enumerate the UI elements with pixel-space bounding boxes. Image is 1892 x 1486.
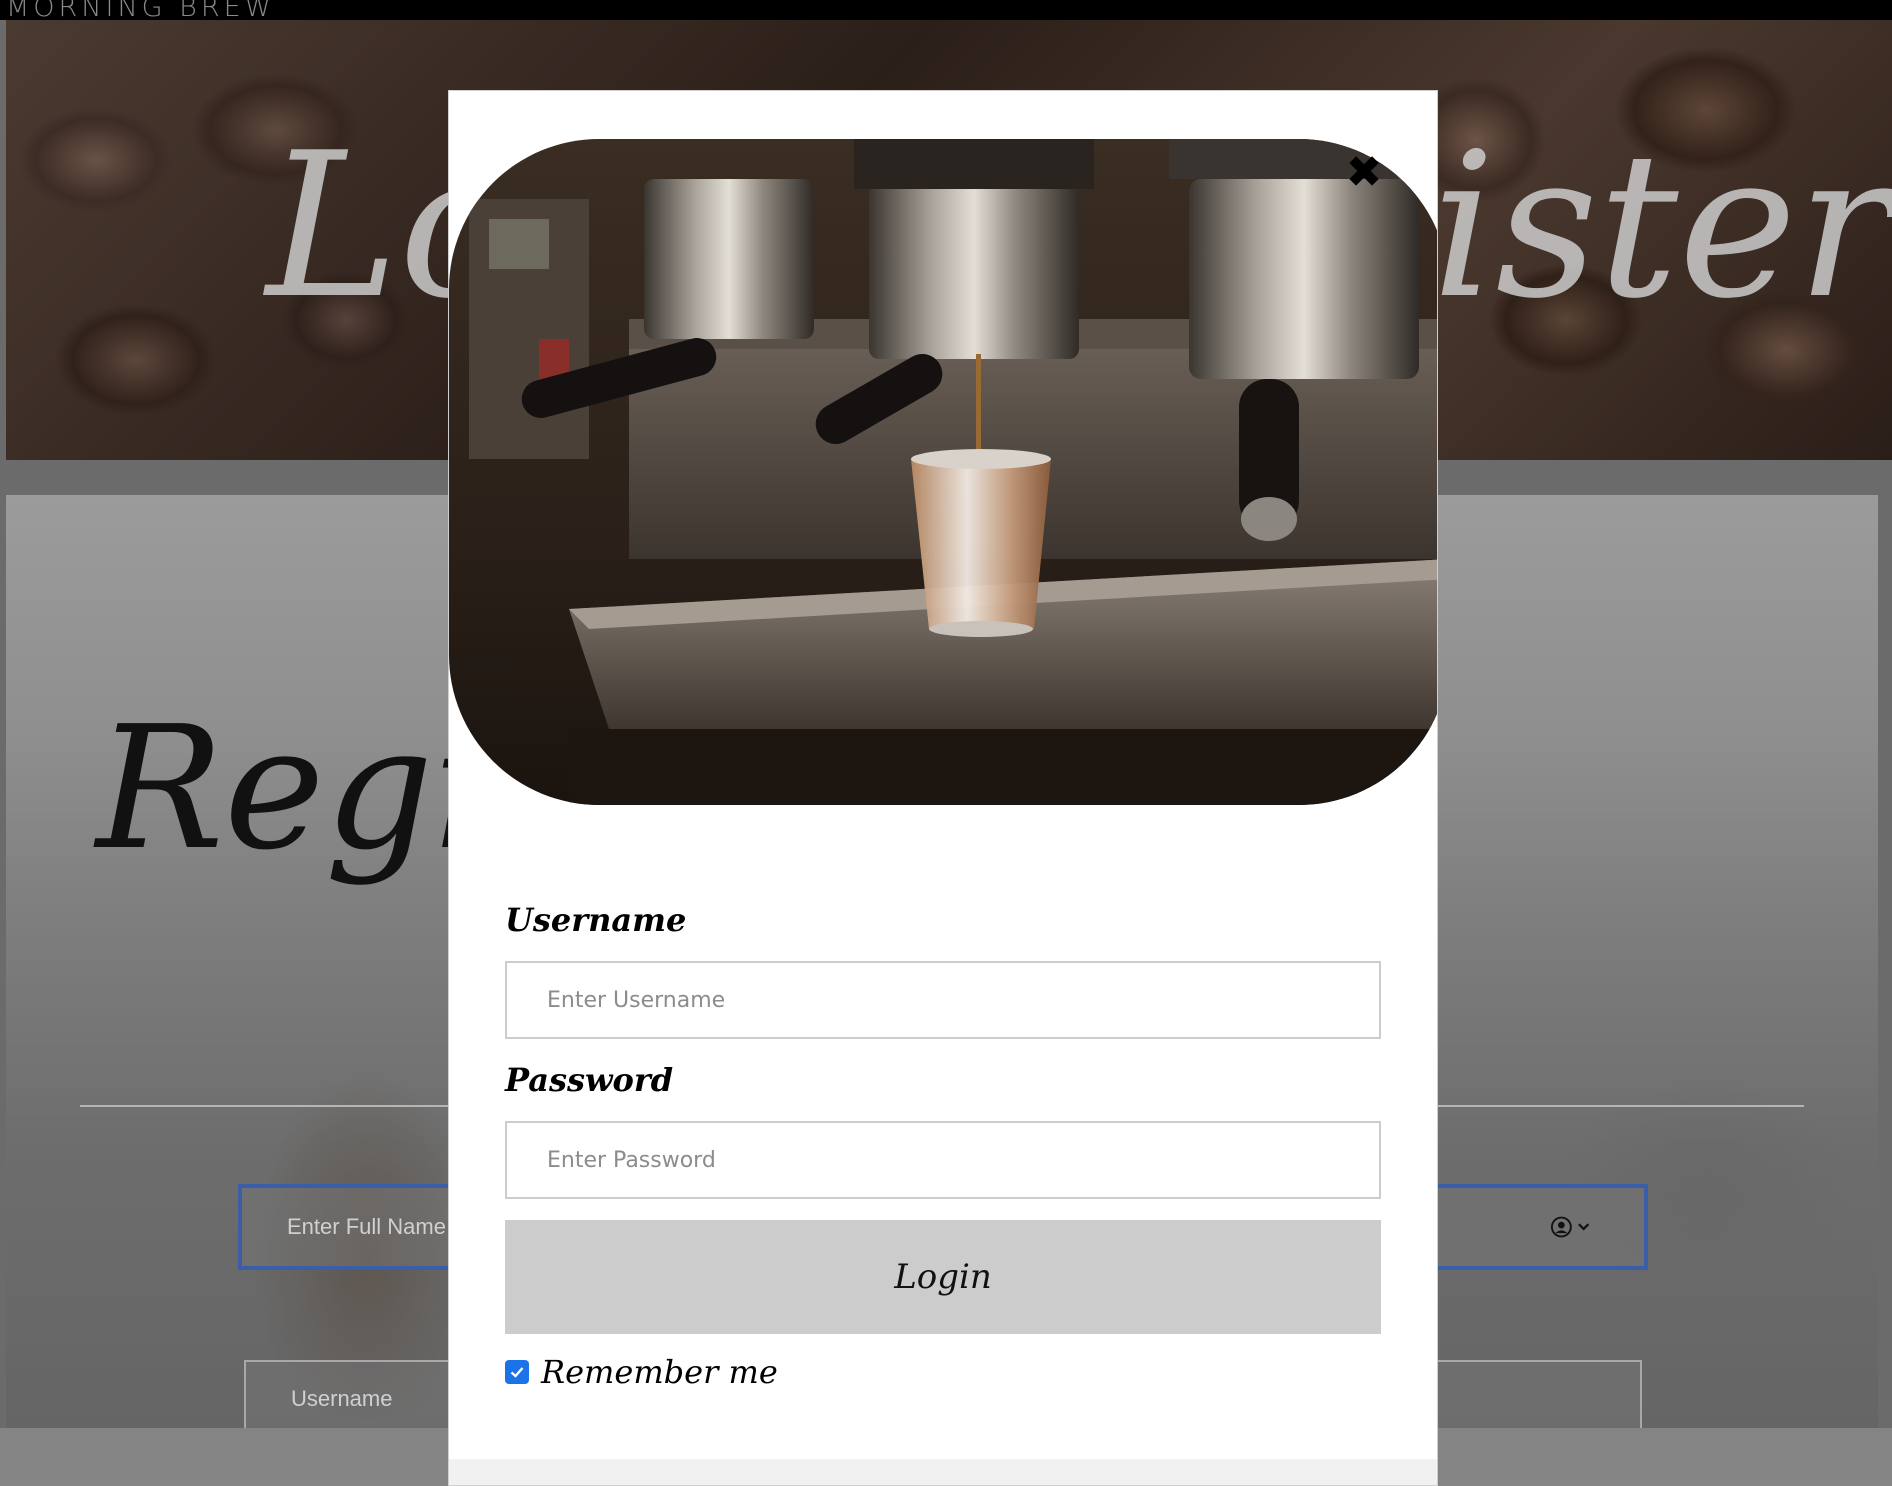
checkmark-icon [510, 1367, 524, 1378]
remember-me-row: Remember me [505, 1353, 778, 1391]
password-input[interactable] [505, 1121, 1381, 1199]
fullname-placeholder: Enter Full Name [287, 1214, 446, 1239]
password-label: Password [505, 1061, 674, 1099]
user-circle-icon [1550, 1216, 1572, 1238]
espresso-illustration [449, 139, 1437, 805]
login-modal: ✖ Username Password Login Remember me [448, 90, 1438, 1486]
remember-me-checkbox[interactable] [505, 1360, 529, 1384]
chevron-down-icon [1577, 1223, 1589, 1231]
brand-logo[interactable]: MORNING BREW [6, 0, 275, 20]
top-navbar: MORNING BREW [0, 0, 1892, 20]
login-button[interactable]: Login [505, 1220, 1381, 1334]
username-input[interactable] [505, 961, 1381, 1039]
remember-me-label[interactable]: Remember me [541, 1353, 778, 1391]
close-button[interactable]: ✖ [1344, 147, 1384, 198]
user-dropdown[interactable] [1550, 1215, 1590, 1239]
espresso-machine-image [449, 139, 1437, 805]
close-icon: ✖ [1345, 147, 1383, 198]
modal-footer [449, 1459, 1437, 1485]
register-username-placeholder: Username [291, 1386, 393, 1411]
username-label: Username [505, 901, 687, 939]
